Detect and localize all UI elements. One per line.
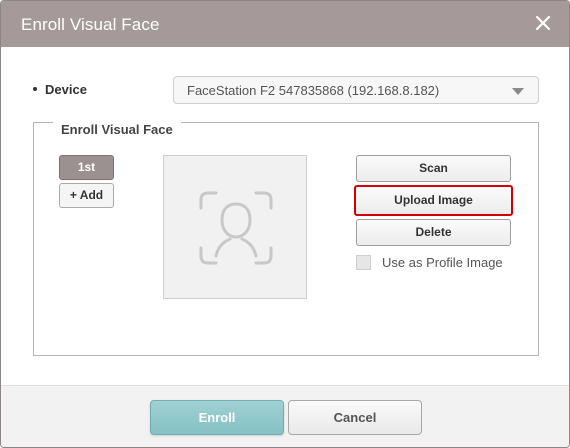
enroll-visual-face-dialog: Enroll Visual Face Device FaceStation F2… [0, 0, 570, 448]
use-as-profile-checkbox[interactable] [356, 255, 371, 270]
bullet-icon [33, 87, 37, 91]
device-row: Device FaceStation F2 547835868 (192.168… [1, 75, 569, 105]
use-as-profile-label: Use as Profile Image [382, 255, 503, 270]
scan-button[interactable]: Scan [356, 155, 511, 182]
device-select[interactable]: FaceStation F2 547835868 (192.168.8.182) [173, 76, 539, 104]
upload-image-button[interactable]: Upload Image [354, 185, 513, 216]
dialog-title: Enroll Visual Face [21, 15, 160, 34]
close-icon[interactable] [533, 13, 553, 33]
dialog-titlebar: Enroll Visual Face [1, 1, 569, 47]
enroll-group-legend: Enroll Visual Face [53, 122, 181, 137]
delete-button[interactable]: Delete [356, 219, 511, 246]
device-label: Device [45, 82, 87, 97]
device-select-value: FaceStation F2 547835868 (192.168.8.182) [187, 83, 440, 98]
face-image-placeholder [163, 155, 307, 299]
dialog-footer [1, 385, 569, 447]
tab-1st[interactable]: 1st [59, 155, 114, 180]
cancel-button[interactable]: Cancel [288, 400, 422, 435]
add-button[interactable]: + Add [59, 183, 114, 208]
face-scan-icon [199, 191, 273, 265]
chevron-down-icon [512, 88, 524, 95]
enroll-button[interactable]: Enroll [150, 400, 284, 435]
